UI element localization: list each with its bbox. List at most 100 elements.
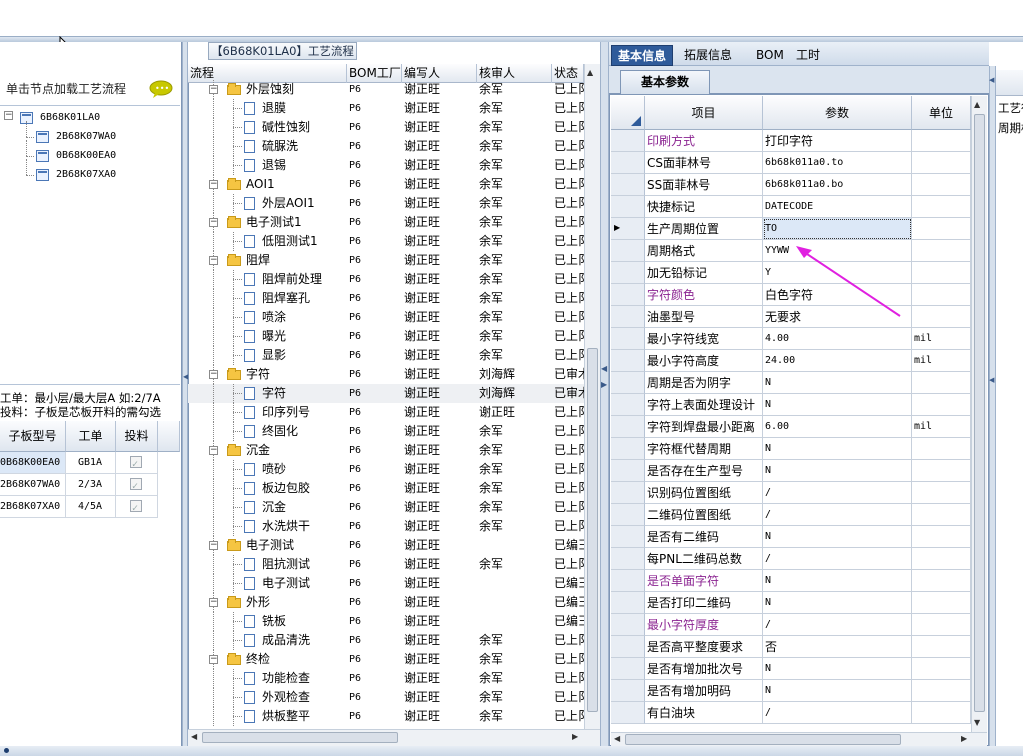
process-step-row[interactable]: 退膜 P6 谢正旺 余军 已上阝 <box>188 99 584 118</box>
param-value[interactable]: / <box>763 548 912 570</box>
param-unit[interactable]: mil <box>912 350 971 372</box>
group-collapse-toggle[interactable]: − <box>209 446 218 455</box>
process-step-row[interactable]: 喷砂 P6 谢正旺 余军 已上阝 <box>188 460 584 479</box>
param-unit[interactable] <box>912 526 971 548</box>
process-group-row[interactable]: − 阻焊 P6 谢正旺 余军 已上阝 <box>188 251 584 270</box>
grid-cell-order[interactable]: GB1A <box>66 452 116 474</box>
row-selector[interactable] <box>611 130 645 152</box>
process-group-row[interactable]: − 沉金 P6 谢正旺 余军 已上阝 <box>188 441 584 460</box>
row-selector[interactable] <box>611 196 645 218</box>
hscroll-thumb[interactable] <box>202 732 398 743</box>
process-group-row[interactable]: − 电子测试1 P6 谢正旺 余军 已上阝 <box>188 213 584 232</box>
param-row[interactable]: 二维码位置图纸 / <box>611 504 971 526</box>
scroll-thumb[interactable] <box>587 348 598 712</box>
param-row[interactable]: 最小字符厚度 / <box>611 614 971 636</box>
row-selector[interactable] <box>611 482 645 504</box>
row-selector[interactable] <box>611 592 645 614</box>
process-step-row[interactable]: 烘板整平 P6 谢正旺 余军 已上阝 <box>188 707 584 726</box>
row-selector[interactable] <box>611 372 645 394</box>
process-step-row[interactable]: 阻抗测试 P6 谢正旺 余军 已上阝 <box>188 555 584 574</box>
param-value[interactable]: TO <box>763 218 912 240</box>
param-value[interactable]: 24.00 <box>763 350 912 372</box>
row-selector[interactable] <box>611 328 645 350</box>
process-group-row[interactable]: − AOI1 P6 谢正旺 余军 已上阝 <box>188 175 584 194</box>
param-row[interactable]: 是否打印二维码 N <box>611 592 971 614</box>
process-group-row[interactable]: − 外形 P6 谢正旺 已编彐 <box>188 593 584 612</box>
grid-cell-model[interactable]: 2B68K07XA0 <box>0 496 66 518</box>
process-step-row[interactable]: 阻焊前处理 P6 谢正旺 余军 已上阝 <box>188 270 584 289</box>
grid-cell-order[interactable]: 2/3A <box>66 474 116 496</box>
group-collapse-toggle[interactable]: − <box>209 541 218 550</box>
grid-cell-model[interactable]: 0B68K00EA0 <box>0 452 66 474</box>
process-step-row[interactable]: 字符 P6 谢正旺 刘海辉 已审木 <box>188 384 584 403</box>
param-value[interactable]: / <box>763 504 912 526</box>
param-row[interactable]: 周期是否为阴字 N <box>611 372 971 394</box>
row-selector[interactable] <box>611 526 645 548</box>
tab-2[interactable]: BOM <box>750 45 790 66</box>
tab-basic-params[interactable]: 基本参数 <box>620 70 710 94</box>
param-row[interactable]: 是否高平整度要求否 <box>611 636 971 658</box>
process-step-row[interactable]: 外层AOI1 P6 谢正旺 余军 已上阝 <box>188 194 584 213</box>
param-value[interactable]: / <box>763 482 912 504</box>
param-row[interactable]: 字符到焊盘最小距离 6.00 mil <box>611 416 971 438</box>
param-value[interactable]: N <box>763 592 912 614</box>
tree-node[interactable]: 6B68K01LA0 <box>40 112 100 123</box>
process-step-row[interactable]: 硫脲洗 P6 谢正旺 余军 已上阝 <box>188 137 584 156</box>
process-horizontal-scrollbar[interactable]: ◀ ▶ <box>188 729 600 746</box>
group-collapse-toggle[interactable]: − <box>209 180 218 189</box>
param-unit[interactable] <box>912 614 971 636</box>
feed-checkbox[interactable] <box>130 454 142 473</box>
process-group-row[interactable]: − 外层蚀刻 P6 谢正旺 余军 已上阝 <box>188 80 584 99</box>
param-row[interactable]: 最小字符线宽 4.00 mil <box>611 328 971 350</box>
param-row[interactable]: 是否有二维码 N <box>611 526 971 548</box>
process-step-row[interactable]: 终固化 P6 谢正旺 余军 已上阝 <box>188 422 584 441</box>
param-unit[interactable] <box>912 504 971 526</box>
row-selector[interactable] <box>611 438 645 460</box>
param-value[interactable]: DATECODE <box>763 196 912 218</box>
tab-1[interactable]: 拓展信息 <box>678 45 738 66</box>
row-selector[interactable]: ▶ <box>611 218 645 240</box>
process-step-row[interactable]: 碱性蚀刻 P6 谢正旺 余军 已上阝 <box>188 118 584 137</box>
process-step-row[interactable]: 板边包胶 P6 谢正旺 余军 已上阝 <box>188 479 584 498</box>
param-unit[interactable] <box>912 218 971 240</box>
param-unit[interactable] <box>912 570 971 592</box>
param-row[interactable]: 是否单面字符 N <box>611 570 971 592</box>
col-header-order[interactable]: 工单 <box>66 421 116 452</box>
row-selector[interactable] <box>611 680 645 702</box>
process-step-row[interactable]: 成品清洗 P6 谢正旺 余军 已上阝 <box>188 631 584 650</box>
param-value[interactable]: 6.00 <box>763 416 912 438</box>
param-unit[interactable] <box>912 130 971 152</box>
param-row[interactable]: 最小字符高度 24.00 mil <box>611 350 971 372</box>
row-selector[interactable] <box>611 350 645 372</box>
param-value[interactable]: 否 <box>763 636 912 658</box>
col-header-param[interactable]: 参数 <box>763 96 912 130</box>
param-value[interactable]: N <box>763 680 912 702</box>
param-unit[interactable] <box>912 240 971 262</box>
param-unit[interactable] <box>912 174 971 196</box>
process-step-row[interactable]: 曝光 P6 谢正旺 余军 已上阝 <box>188 327 584 346</box>
process-group-row[interactable]: − 电子测试 P6 谢正旺 已编彐 <box>188 536 584 555</box>
row-selector[interactable] <box>611 284 645 306</box>
param-unit[interactable] <box>912 438 971 460</box>
tree-collapse-toggle[interactable]: − <box>4 111 13 120</box>
param-value[interactable]: N <box>763 570 912 592</box>
col-header-model[interactable]: 子板型号 <box>0 421 66 452</box>
group-collapse-toggle[interactable]: − <box>209 218 218 227</box>
col-header-unit[interactable]: 单位 <box>912 96 971 130</box>
process-step-row[interactable]: 铣板 P6 谢正旺 已编彐 <box>188 612 584 631</box>
row-selector[interactable] <box>611 460 645 482</box>
param-row[interactable]: 每PNL二维码总数 / <box>611 548 971 570</box>
process-group-row[interactable]: − 字符 P6 谢正旺 刘海辉 已审木 <box>188 365 584 384</box>
param-row[interactable]: 字符上表面处理设计 N <box>611 394 971 416</box>
group-collapse-toggle[interactable]: − <box>209 598 218 607</box>
param-unit[interactable] <box>912 680 971 702</box>
param-scroll-thumb[interactable] <box>974 114 985 712</box>
param-value[interactable]: / <box>763 702 912 724</box>
param-value[interactable]: N <box>763 658 912 680</box>
param-row[interactable]: 有白油块 / <box>611 702 971 724</box>
process-step-row[interactable]: 阻焊塞孔 P6 谢正旺 余军 已上阝 <box>188 289 584 308</box>
param-value[interactable]: N <box>763 372 912 394</box>
process-step-row[interactable]: 低阻测试1 P6 谢正旺 余军 已上阝 <box>188 232 584 251</box>
param-unit[interactable] <box>912 372 971 394</box>
row-selector[interactable] <box>611 636 645 658</box>
